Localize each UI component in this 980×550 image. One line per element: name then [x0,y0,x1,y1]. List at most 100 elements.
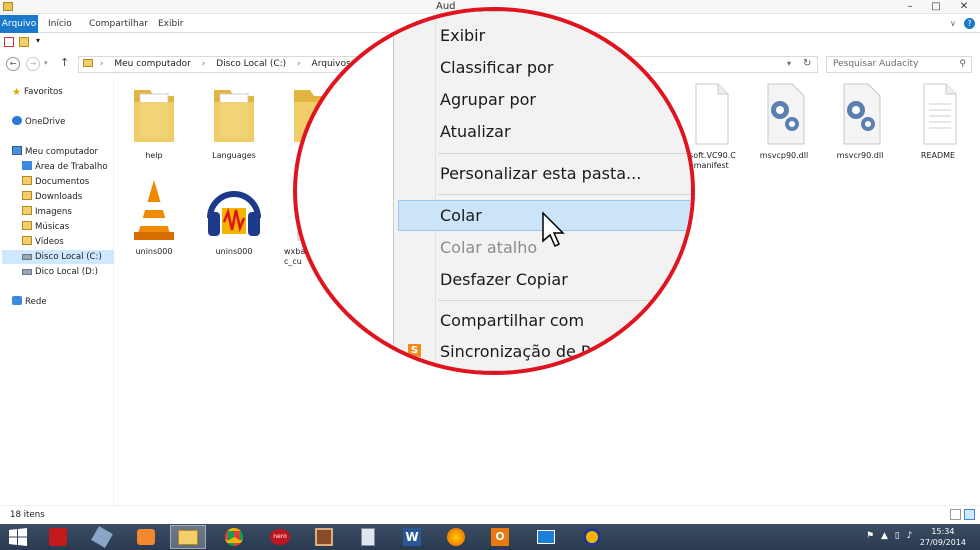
menu-separator [438,194,691,195]
clock-date: 27/09/2014 [919,538,966,547]
nav-meu-computador[interactable]: Meu computador [12,145,98,159]
nav-favoritos[interactable]: ★ Favoritos [12,85,63,99]
clock[interactable]: 15:34 27/09/2014 [920,526,966,548]
file-label: unins000 [135,247,173,256]
menu-item-exibir[interactable]: Exibir [440,26,485,45]
ribbon-collapse-icon[interactable]: ∨ [950,19,956,28]
refresh-icon[interactable]: ↻ [803,58,811,69]
nero-icon[interactable]: nero [262,525,298,549]
word-icon[interactable]: W [394,525,430,549]
nav-label: Disco Local (C:) [35,252,102,262]
audacity-icon[interactable] [574,525,610,549]
nav-downloads[interactable]: Downloads [22,190,82,204]
breadcrumb-meu-computador[interactable]: Meu computador [110,59,194,69]
menu-item-atualizar[interactable]: Atualizar [440,122,511,141]
tab-inicio[interactable]: Início [42,15,78,33]
nav-musicas[interactable]: Músicas [22,220,69,234]
file-item[interactable]: README [900,82,976,161]
nav-imagens[interactable]: Imagens [22,205,72,219]
manifest-file-icon [695,83,729,145]
menu-item-compartilhar[interactable]: Compartilhar com [440,311,584,330]
nav-label: Downloads [35,192,83,202]
breadcrumb-disco-c[interactable]: Disco Local (C:) [212,59,290,69]
nav-label: Meu computador [25,147,99,157]
menu-item-agrupar[interactable]: Agrupar por [440,90,536,109]
taskbar: nero W O ⚑ ▲ ▯ ♪ 15:34 27/09/2014 [0,524,980,550]
search-input[interactable]: Pesquisar Audacity [833,59,918,69]
file-item[interactable]: unins000 [116,178,192,257]
file-item[interactable]: msvcr90.dll [822,82,898,161]
mail-icon[interactable] [528,525,564,549]
tab-compartilhar[interactable]: Compartilhar [83,15,154,33]
nav-onedrive[interactable]: OneDrive [12,115,65,129]
nav-documentos[interactable]: Documentos [22,175,89,189]
music-icon [22,221,32,230]
file-label: Languages [212,151,256,160]
large-icons-view-icon[interactable] [964,509,975,520]
close-button[interactable]: ✕ [950,0,978,14]
minimize-button[interactable]: – [896,0,924,14]
nav-area-trabalho[interactable]: Área de Trabalho [22,160,108,174]
file-item[interactable]: unins000 [196,178,272,257]
file-label: unins000 [215,247,253,256]
forward-button[interactable]: → [26,57,40,71]
file-label: msvcp90.dll [759,151,809,160]
system-tray: ⚑ ▲ ▯ ♪ [866,531,912,541]
network-icon[interactable]: ▯ [895,531,900,541]
flag-icon[interactable]: ⚑ [866,531,874,541]
details-view-icon[interactable] [950,509,961,520]
nav-rede[interactable]: Rede [12,295,47,309]
nav-label: Área de Trabalho [35,162,108,172]
firefox-icon[interactable] [438,525,474,549]
menu-item-sincronizacao[interactable]: Sincronização de Pas [440,342,608,361]
search-box[interactable]: Pesquisar Audacity ⚲ [826,56,972,73]
search-icon[interactable]: ⚲ [959,59,966,69]
file-item[interactable]: Languages [196,82,272,161]
star-icon: ★ [12,87,21,98]
pictures-icon [22,206,32,215]
media-player-icon[interactable] [128,525,164,549]
maximize-button[interactable]: □ [922,0,950,14]
nav-disco-c[interactable]: Disco Local (C:) [2,250,114,264]
breadcrumb-separator: › [201,59,206,69]
calculator-icon[interactable] [350,525,386,549]
file-explorer-icon[interactable] [170,525,206,549]
address-dropdown-icon[interactable]: ▾ [787,59,791,68]
help-icon[interactable]: ? [964,18,975,29]
file-label: help [145,151,163,160]
tab-arquivo[interactable]: Arquivo [0,15,38,33]
volume-icon[interactable]: ♪ [907,531,913,541]
properties-icon[interactable] [4,37,14,47]
drive-icon [22,269,32,275]
nav-videos[interactable]: Vídeos [22,235,64,249]
file-item[interactable]: msvcp90.dll [746,82,822,161]
breadcrumb-separator: › [99,59,104,69]
app-icon[interactable] [84,525,120,549]
menu-item-desfazer[interactable]: Desfazer Copiar [440,270,568,289]
back-button[interactable]: ← [6,57,20,71]
tab-exibir[interactable]: Exibir [152,15,189,33]
nav-label: OneDrive [25,117,66,127]
folder-icon [3,2,13,11]
clock-time: 15:34 [931,527,955,536]
windows-icon [9,528,27,546]
photo-app-icon[interactable] [306,525,342,549]
menu-item-colar[interactable]: Colar [440,206,482,225]
new-folder-icon[interactable] [19,37,29,47]
submenu-arrow-icon: ▸ [674,282,679,291]
file-item[interactable]: help [116,82,192,161]
chrome-icon[interactable] [216,525,252,549]
menu-item-personalizar[interactable]: Personalizar esta pasta... [440,164,641,183]
acrobat-icon[interactable] [40,525,76,549]
mouse-cursor-icon [542,211,565,248]
qat-dropdown-icon[interactable]: ▾ [36,36,40,45]
menu-item-classificar[interactable]: Classificar por [440,58,553,77]
outlook-icon[interactable]: O [482,525,518,549]
tray-arrow-icon[interactable]: ▲ [881,531,888,541]
downloads-icon [22,191,32,200]
nav-disco-d[interactable]: Dico Local (D:) [22,265,98,279]
up-button[interactable]: ↑ [60,56,69,69]
menu-item-colar-atalho[interactable]: Colar atalho [440,238,537,257]
recent-dropdown-icon[interactable]: ▾ [44,59,48,67]
start-button[interactable] [0,525,36,549]
